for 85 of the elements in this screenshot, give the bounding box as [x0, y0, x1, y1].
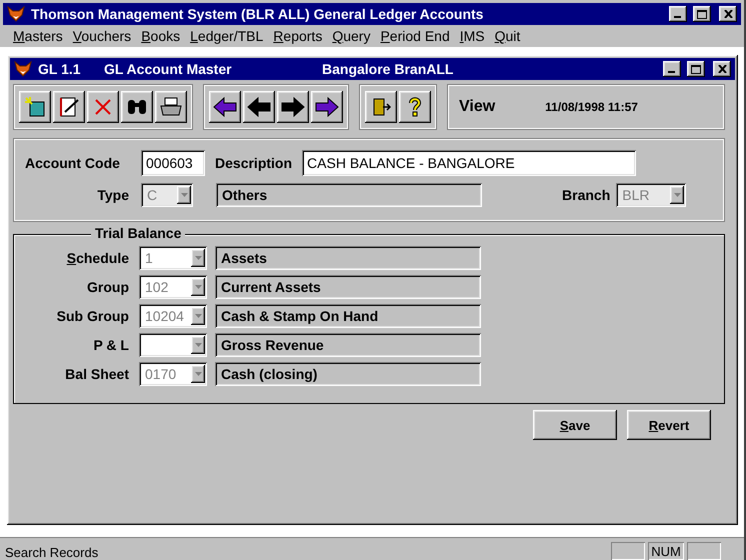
fox-icon [7, 6, 25, 22]
status-indicator: NUM [648, 542, 684, 560]
menu-item[interactable]: Period End [375, 28, 455, 44]
account-code-field[interactable]: 000603 [141, 150, 205, 176]
dropdown-arrow-icon [194, 314, 202, 318]
name-field: Gross Revenue [215, 333, 481, 357]
maximize-button[interactable] [693, 6, 711, 22]
fox-icon [14, 61, 32, 77]
code-dropdown[interactable]: 1 [139, 246, 207, 270]
app-title: Thomson Management System (BLR ALL) General Ledger Accounts [31, 6, 484, 22]
exit-button[interactable] [365, 91, 397, 123]
maximize-icon [691, 64, 701, 74]
field-label: Type [96, 187, 129, 203]
name-field: Cash & Stamp On Hand [215, 304, 481, 328]
timestamp: 11/08/1998 11:57 [545, 100, 638, 114]
printer-icon [160, 97, 182, 117]
code-dropdown[interactable] [139, 333, 207, 357]
door-icon [371, 97, 391, 117]
close-button[interactable] [713, 61, 731, 77]
field-label: Description [215, 155, 292, 171]
field-label: Group [86, 279, 129, 295]
minimize-button[interactable] [669, 6, 687, 22]
question-icon [408, 97, 422, 117]
next-record-button[interactable] [277, 91, 309, 123]
help-button[interactable] [399, 91, 431, 123]
close-button[interactable] [719, 6, 737, 22]
field-label: Account Code [25, 155, 121, 171]
delete-button[interactable] [87, 91, 119, 123]
menu-item[interactable]: Vouchers [68, 28, 136, 44]
field-label: Branch [562, 187, 610, 203]
field-label: Bal Sheet [64, 366, 129, 382]
cross-icon [94, 98, 112, 116]
status-message: Search Records [4, 545, 100, 560]
save-button[interactable]: Save [533, 410, 617, 440]
close-icon [718, 65, 726, 73]
revert-button[interactable]: Revert [627, 410, 711, 440]
field-label: P & L [92, 337, 129, 353]
mode-text: View [459, 98, 496, 116]
window-code: GL 1.1 [38, 61, 82, 77]
code-dropdown[interactable]: 102 [139, 275, 207, 299]
field-label: Schedule [66, 250, 129, 266]
maximize-button[interactable] [687, 61, 705, 77]
name-field: Current Assets [215, 275, 481, 299]
menu-item[interactable]: Quit [490, 28, 526, 44]
status-pane [611, 542, 645, 560]
status-pane [687, 542, 721, 560]
previous-record-button[interactable] [243, 91, 275, 123]
code-dropdown[interactable]: 0170 [139, 362, 207, 386]
field-label: Sub Group [56, 308, 129, 324]
menu-item[interactable]: Query [327, 28, 376, 44]
right-arrow-icon [315, 97, 339, 117]
right-arrow-icon [281, 97, 305, 117]
left-arrow-icon [247, 97, 271, 117]
left-arrow-icon [213, 97, 237, 117]
menu-item[interactable]: IMS [454, 28, 490, 44]
binoculars-icon [126, 98, 148, 116]
menu-item[interactable]: Books [136, 28, 186, 44]
name-field: Assets [215, 246, 481, 270]
edit-button[interactable] [53, 91, 85, 123]
card-icon [24, 96, 46, 118]
window-title: GL Account Master [104, 61, 233, 77]
first-record-button[interactable] [209, 91, 241, 123]
minimize-button[interactable] [663, 61, 681, 77]
maximize-icon [697, 10, 707, 18]
name-field: Cash (closing) [215, 362, 481, 386]
menu-item[interactable]: Reports [268, 28, 328, 44]
pen-icon [58, 96, 80, 118]
menu-item[interactable]: Ledger/TBL [185, 28, 268, 44]
dropdown-arrow-icon [194, 343, 202, 347]
dropdown-arrow-icon [674, 193, 681, 197]
dropdown-arrow-icon [194, 256, 202, 260]
menu-item[interactable]: Masters [8, 28, 68, 44]
dropdown-arrow-icon [194, 285, 202, 289]
type-name-field: Others [216, 183, 482, 207]
description-field[interactable]: CASH BALANCE - BANGALORE [302, 150, 636, 176]
code-dropdown[interactable]: 10204 [139, 304, 207, 328]
new-record-button[interactable] [19, 91, 51, 123]
close-icon [724, 10, 732, 18]
dropdown-arrow-icon [194, 372, 202, 376]
find-button[interactable] [121, 91, 153, 123]
dropdown-arrow-icon [180, 193, 188, 197]
print-button[interactable] [155, 91, 187, 123]
last-record-button[interactable] [311, 91, 343, 123]
branch-title: Bangalore BranALL [322, 61, 454, 77]
group-title: Trial Balance [91, 225, 186, 241]
